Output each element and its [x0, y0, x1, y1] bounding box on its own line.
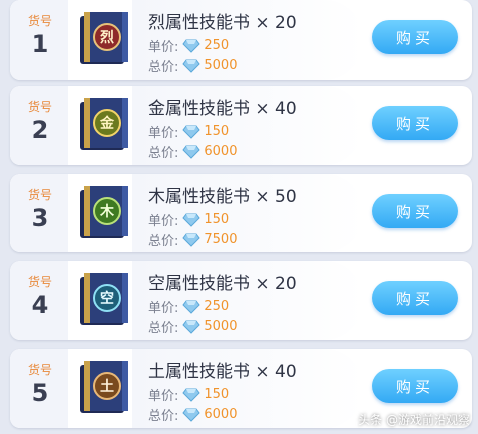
diamond-icon — [182, 320, 201, 334]
unit-price-row: 单价: 150 — [148, 385, 229, 404]
buy-button[interactable]: 购买 — [372, 20, 458, 54]
diamond-icon — [182, 125, 201, 139]
total-price-value: 7500 — [204, 232, 238, 247]
item-number-label: 货号 — [27, 14, 52, 28]
diamond-icon — [182, 300, 201, 314]
diamond-icon — [182, 408, 201, 422]
shop-item-card: 货号 3 木 木属性技能书 × 50 单价: 150 总价: 7500 购买 — [10, 174, 472, 252]
item-title: 木属性技能书 × 50 — [148, 187, 297, 207]
shop-item-card: 货号 2 金 金属性技能书 × 40 单价: 150 总价: 6000 购买 — [10, 86, 472, 165]
diamond-icon — [182, 233, 201, 247]
diamond-icon — [182, 39, 201, 53]
total-price-row: 总价: 6000 — [148, 405, 237, 424]
shop-item-card: 货号 1 烈 烈属性技能书 × 20 单价: 250 总价: 5000 购买 — [10, 0, 472, 80]
item-number-label: 货号 — [27, 188, 52, 202]
skill-book-icon: 空 — [80, 273, 128, 325]
buy-button[interactable]: 购买 — [372, 281, 458, 315]
emblem-char: 烈 — [100, 30, 114, 46]
total-price-row: 总价: 6000 — [148, 142, 237, 161]
skill-book-icon: 烈 — [80, 12, 128, 64]
total-price-value: 5000 — [204, 58, 238, 73]
item-title: 空属性技能书 × 20 — [148, 274, 297, 294]
unit-price-label: 单价: — [148, 301, 179, 316]
buy-button[interactable]: 购买 — [372, 194, 458, 228]
emblem-char: 金 — [99, 115, 115, 132]
item-number-label: 货号 — [27, 363, 52, 377]
total-price-value: 5000 — [204, 319, 238, 334]
watermark: 头条 @游戏前沿观察 — [358, 413, 470, 427]
skill-book-icon: 金 — [80, 98, 128, 150]
unit-price-label: 单价: — [148, 214, 179, 229]
item-number-column: 货号 4 — [10, 261, 68, 340]
shop-item-list: 货号 1 烈 烈属性技能书 × 20 单价: 250 总价: 5000 购买 货… — [0, 0, 478, 434]
item-number-column: 货号 2 — [10, 86, 68, 165]
skill-book-icon: 木 — [80, 186, 128, 238]
buy-button[interactable]: 购买 — [372, 369, 458, 403]
total-price-value: 6000 — [204, 407, 238, 422]
total-price-label: 总价: — [148, 146, 179, 161]
item-number: 3 — [31, 204, 49, 232]
unit-price-row: 单价: 150 — [148, 122, 229, 141]
buy-button[interactable]: 购买 — [372, 106, 458, 140]
unit-price-row: 单价: 250 — [148, 36, 229, 55]
diamond-icon — [182, 59, 201, 73]
shop-item-card: 货号 4 空 空属性技能书 × 20 单价: 250 总价: 5000 购买 — [10, 261, 472, 340]
total-price-row: 总价: 5000 — [148, 56, 237, 75]
diamond-icon — [182, 213, 201, 227]
unit-price-label: 单价: — [148, 126, 179, 141]
item-number: 1 — [31, 30, 49, 58]
total-price-label: 总价: — [148, 409, 179, 424]
total-price-label: 总价: — [148, 60, 179, 75]
unit-price-label: 单价: — [148, 389, 179, 404]
item-title: 烈属性技能书 × 20 — [148, 13, 297, 33]
item-number-column: 货号 5 — [10, 349, 68, 428]
total-price-row: 总价: 7500 — [148, 230, 237, 249]
unit-price-value: 150 — [204, 212, 230, 227]
skill-book-icon: 土 — [80, 361, 128, 413]
item-number-label: 货号 — [27, 275, 52, 289]
item-number: 5 — [31, 379, 49, 407]
emblem-char: 空 — [100, 290, 114, 307]
unit-price-label: 单价: — [148, 40, 179, 55]
total-price-label: 总价: — [148, 234, 179, 249]
item-number: 4 — [31, 291, 49, 319]
total-price-row: 总价: 5000 — [148, 317, 237, 336]
unit-price-value: 250 — [204, 38, 230, 53]
total-price-value: 6000 — [204, 144, 238, 159]
item-number: 2 — [31, 116, 49, 144]
item-title: 金属性技能书 × 40 — [148, 99, 297, 119]
total-price-label: 总价: — [148, 321, 179, 336]
diamond-icon — [182, 145, 201, 159]
unit-price-row: 单价: 250 — [148, 297, 229, 316]
item-number-label: 货号 — [27, 100, 52, 114]
unit-price-row: 单价: 150 — [148, 210, 229, 229]
unit-price-value: 150 — [204, 387, 230, 402]
unit-price-value: 250 — [204, 299, 230, 314]
unit-price-value: 150 — [204, 124, 230, 139]
emblem-char: 木 — [99, 203, 115, 220]
emblem-char: 土 — [100, 378, 114, 395]
item-title: 土属性技能书 × 40 — [148, 362, 297, 382]
item-number-column: 货号 1 — [10, 0, 68, 80]
item-number-column: 货号 3 — [10, 174, 68, 252]
diamond-icon — [182, 388, 201, 402]
